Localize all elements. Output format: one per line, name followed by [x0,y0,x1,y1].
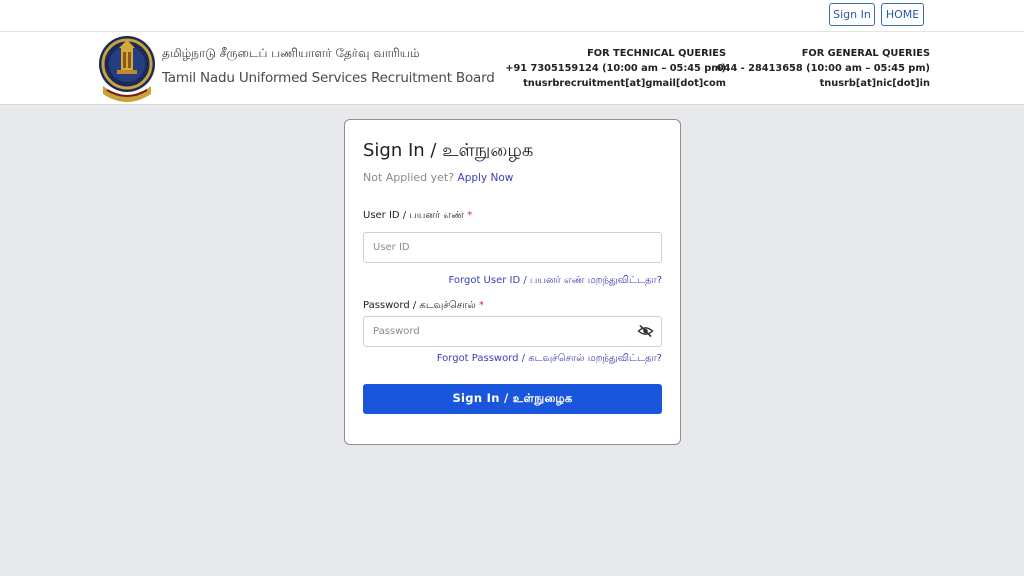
not-applied-text: Not Applied yet? [363,171,455,184]
password-input[interactable] [363,316,662,347]
required-marker: * [467,210,473,221]
password-label: Password / கடவுச்சொல் * [363,300,484,312]
apply-now-link[interactable]: Apply Now [458,172,514,184]
technical-queries-title: FOR TECHNICAL QUERIES [587,48,726,59]
signin-title: Sign In / உள்நுழைக [363,140,534,161]
top-signin-button[interactable]: Sign In [829,3,875,26]
technical-queries-phone: +91 7305159124 (10:00 am – 05:45 pm) [505,63,726,74]
eye-slash-icon[interactable] [637,324,654,338]
forgot-password-link[interactable]: Forgot Password / கடவுச்சொல் மறந்துவிட்ட… [437,353,662,365]
user-id-label: User ID / பயனர் எண் * [363,210,472,222]
general-queries-phone: 044 - 28413658 (10:00 am – 05:45 pm) [716,63,930,74]
tn-government-emblem-icon [99,36,155,102]
user-id-input[interactable] [363,232,662,263]
general-queries-email: tnusrb[at]nic[dot]in [819,78,930,89]
top-bar: Sign In HOME [0,0,1024,31]
user-id-label-text: User ID / பயனர் எண் [363,210,464,221]
signin-card: Sign In / உள்நுழைக Not Applied yet? Appl… [344,119,681,445]
general-queries: FOR GENERAL QUERIES 044 - 28413658 (10:0… [717,46,930,91]
org-name-english: Tamil Nadu Uniformed Services Recruitmen… [162,70,495,86]
not-applied-row: Not Applied yet? Apply Now [363,171,513,184]
technical-queries-email: tnusrbrecruitment[at]gmail[dot]com [523,78,726,89]
org-name-tamil: தமிழ்நாடு சீருடைப் பணியாளர் தேர்வு வாரிய… [162,46,420,60]
forgot-user-id-link[interactable]: Forgot User ID / பயனர் எண் மறந்துவிட்டதா… [449,275,662,287]
signin-submit-button[interactable]: Sign In / உள்நுழைக [363,384,662,414]
password-label-text: Password / கடவுச்சொல் [363,300,476,311]
general-queries-title: FOR GENERAL QUERIES [801,48,930,59]
home-button[interactable]: HOME [881,3,924,26]
required-marker: * [478,300,484,311]
site-header: தமிழ்நாடு சீருடைப் பணியாளர் தேர்வு வாரிய… [0,31,1024,105]
technical-queries: FOR TECHNICAL QUERIES +91 7305159124 (10… [505,46,726,91]
